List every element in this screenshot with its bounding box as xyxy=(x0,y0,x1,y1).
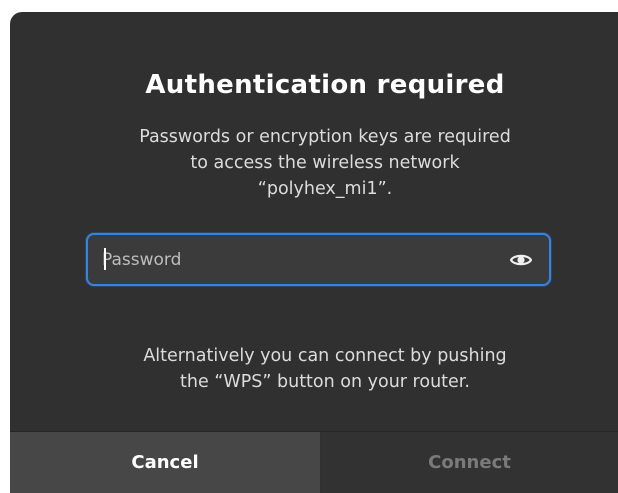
network-name: “polyhex_mi1”. xyxy=(257,179,393,199)
dialog-message: Passwords or encryption keys are require… xyxy=(10,124,618,202)
dialog-title: Authentication required xyxy=(145,70,505,100)
cancel-button[interactable]: Cancel xyxy=(10,432,320,493)
connect-button[interactable]: Connect xyxy=(321,432,618,493)
message-line: to access the wireless network xyxy=(190,153,460,173)
auth-dialog: Authentication required Passwords or enc… xyxy=(10,12,618,493)
wps-hint: Alternatively you can connect by pushing… xyxy=(10,343,618,395)
text-cursor xyxy=(104,248,106,270)
wps-hint-line: Alternatively you can connect by pushing xyxy=(143,346,507,366)
dialog-buttons: Cancel Connect xyxy=(10,431,618,493)
message-line: Passwords or encryption keys are require… xyxy=(139,127,511,147)
wps-hint-line: the “WPS” button on your router. xyxy=(180,372,470,392)
password-input[interactable] xyxy=(102,235,492,284)
eye-icon[interactable] xyxy=(509,248,533,272)
password-field[interactable] xyxy=(86,233,551,286)
